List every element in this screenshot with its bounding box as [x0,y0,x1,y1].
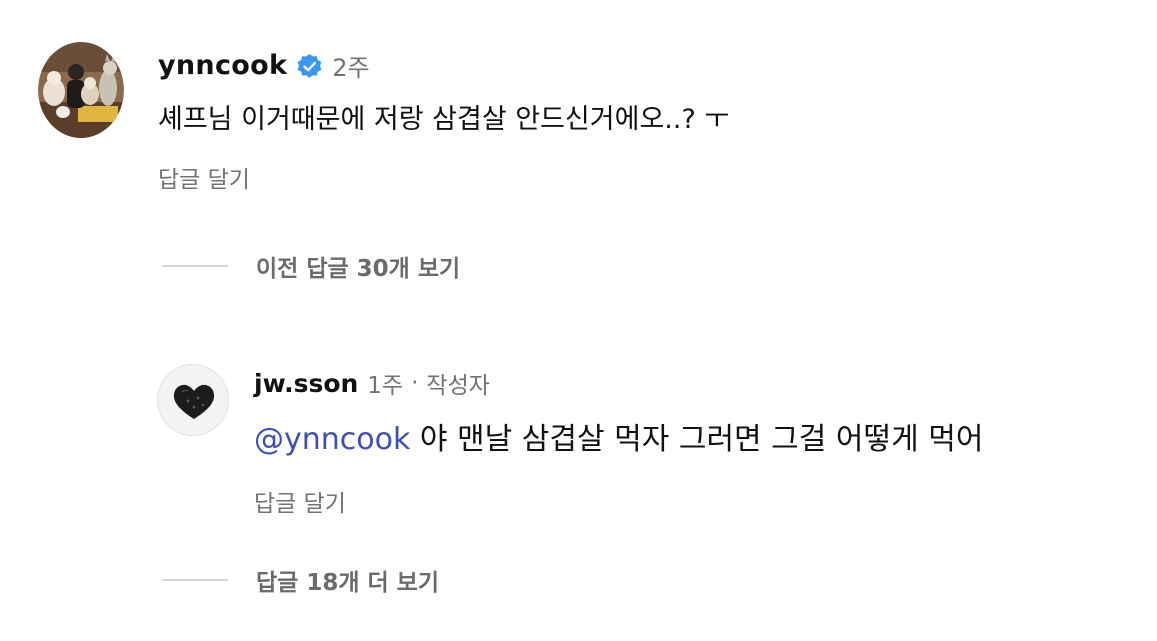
reply-meta: jw.sson 1주 · 작성자 [254,366,983,400]
view-previous-replies-label: 이전 답글 30개 보기 [256,256,461,282]
avatar[interactable] [38,42,124,138]
divider-line [162,265,228,267]
profile-photo-icon [38,42,124,138]
comment-meta: ynncook 2주 [158,48,729,83]
comment-body: ynncook 2주 셰프님 이거때문에 저랑 삼겹살 안드신거에오..? ㅜ … [158,48,729,194]
black-heart-icon [173,384,215,419]
comment-text: 셰프님 이거때문에 저랑 삼겹살 안드신거에오..? ㅜ [158,104,730,135]
reply-text-content: 야 맨날 삼겹살 먹자 그러면 그걸 어떻게 먹어 [410,422,984,457]
view-more-replies-label: 답글 18개 더 보기 [256,570,439,596]
comment-username[interactable]: ynncook [158,50,287,81]
view-more-replies-button[interactable]: 답글 18개 더 보기 [162,563,439,597]
author-badge: 작성자 [426,373,490,399]
view-previous-replies-button[interactable]: 이전 답글 30개 보기 [162,249,460,283]
divider-line [162,579,228,581]
reply-button[interactable]: 답글 달기 [158,160,729,194]
reply-username[interactable]: jw.sson [254,369,358,398]
comment-time[interactable]: 2주 [332,48,369,83]
verified-badge-icon [295,51,324,80]
reply-button[interactable]: 답글 달기 [254,484,983,518]
avatar[interactable] [157,364,229,436]
meta-separator: · [411,370,419,396]
reply-time[interactable]: 1주 [367,366,403,400]
reply-text: @ynncook 야 맨날 삼겹살 먹자 그러면 그걸 어떻게 먹어 [254,414,983,458]
mention-link[interactable]: @ynncook [254,422,410,457]
reply-body: jw.sson 1주 · 작성자 @ynncook 야 맨날 삼겹살 먹자 그러… [254,366,983,518]
